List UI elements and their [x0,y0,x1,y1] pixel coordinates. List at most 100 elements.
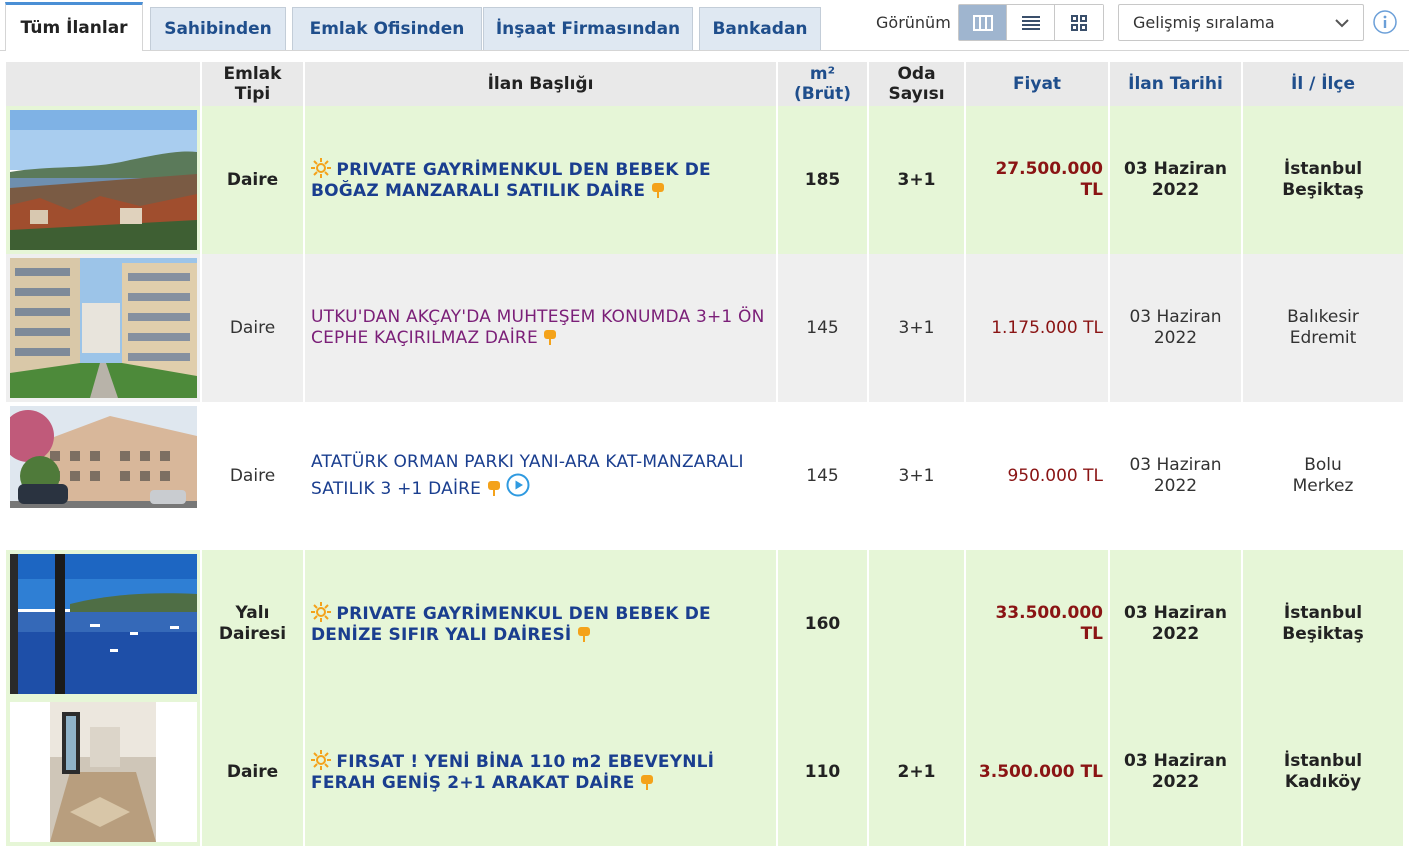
date-day: 03 Haziran [1124,603,1227,623]
photo-cell[interactable] [6,254,202,402]
tab-divider [0,50,1409,51]
tab-all-listings[interactable]: Tüm İlanlar [5,2,143,51]
sort-select[interactable]: Gelişmiş sıralama [1118,4,1364,41]
date-day: 03 Haziran [1124,159,1227,179]
listings-table-container: Emlak Tipi İlan Başlığı m² (Brüt) Oda Sa… [6,62,1405,846]
location-cell: İstanbul Beşiktaş [1243,550,1405,698]
tab-label: Bankadan [712,19,808,39]
price-value: 3.500.000 TL [966,698,1110,846]
title-cell[interactable]: PRIVATE GAYRİMENKUL DEN BEBEK DE BOĞAZ M… [305,106,778,254]
price-value: 27.500.000 TL [966,106,1110,254]
table-row[interactable]: Daire ATATÜRK ORMAN PARKI YANI-ARA KAT-M… [6,402,1405,550]
photo-cell[interactable] [6,402,202,550]
area-value: 145 [778,402,869,550]
sort-select-value: Gelişmiş sıralama [1133,13,1275,32]
rooms-value: 3+1 [869,402,966,550]
header-date[interactable]: İlan Tarihi [1110,62,1243,106]
price-value: 1.175.000 TL [966,254,1110,402]
sun-icon [311,158,331,178]
date-year: 2022 [1153,328,1198,348]
video-play-icon[interactable] [506,473,530,497]
info-icon[interactable] [1373,10,1397,34]
title-cell[interactable]: PRIVATE GAYRİMENKUL DEN BEBEK DE DENİZE … [305,550,778,698]
chevron-down-icon [1335,19,1349,28]
pin-icon [651,183,664,198]
tab-by-construction-company[interactable]: İnşaat Firmasından [483,7,693,50]
header-title: İlan Başlığı [305,62,778,106]
city: İstanbul [1283,751,1363,771]
grid-view-icon [1071,14,1087,31]
tab-label: Tüm İlanlar [20,18,128,38]
tab-by-agency[interactable]: Emlak Ofisinden [292,7,482,50]
location-cell: İstanbul Beşiktaş [1243,106,1405,254]
property-type: Daire [202,106,305,254]
apartment-courtyard-photo[interactable] [10,258,197,398]
tab-by-owner[interactable]: Sahibinden [150,7,286,50]
location-cell: İstanbul Kadıköy [1243,698,1405,846]
listings-table: Emlak Tipi İlan Başlığı m² (Brüt) Oda Sa… [6,62,1405,846]
date-day: 03 Haziran [1129,307,1222,327]
city: Bolu [1304,455,1342,475]
list-view-button[interactable] [1007,5,1055,40]
table-row[interactable]: Daire FIRSAT ! YENİ BİNA 110 m2 EBEVEYNL… [6,698,1405,846]
listing-title-link[interactable]: UTKU'DAN AKÇAY'DA MUHTEŞEM KONUMDA 3+1 Ö… [311,307,765,348]
area-value: 185 [778,106,869,254]
header-property-type: Emlak Tipi [202,62,305,106]
city: Balıkesir [1287,307,1359,327]
header-price[interactable]: Fiyat [966,62,1110,106]
property-type: Daire [202,402,305,550]
table-row[interactable]: Yalı Dairesi PRIVATE GAYRİMENKUL DEN BEB… [6,550,1405,698]
header-area[interactable]: m² (Brüt) [778,62,869,106]
table-header-row: Emlak Tipi İlan Başlığı m² (Brüt) Oda Sa… [6,62,1405,106]
empty-room-photo[interactable] [10,702,197,842]
date-year: 2022 [1151,624,1200,644]
rooms-value: 2+1 [869,698,966,846]
date-cell: 03 Haziran 2022 [1110,698,1243,846]
city: İstanbul [1283,159,1363,179]
district: Edremit [1289,328,1357,348]
table-view-icon [972,14,993,31]
photo-cell[interactable] [6,550,202,698]
tab-label: Sahibinden [164,19,272,39]
pin-icon [640,775,653,790]
tab-label: İnşaat Firmasından [495,19,681,39]
view-label: Görünüm [876,13,951,32]
sun-icon [311,602,331,622]
rooms-value [869,550,966,698]
table-row[interactable]: Daire PRIVATE GAYRİMENKUL DEN BEBEK DE B… [6,106,1405,254]
city: İstanbul [1283,603,1363,623]
rooms-value: 3+1 [869,106,966,254]
title-cell[interactable]: UTKU'DAN AKÇAY'DA MUHTEŞEM KONUMDA 3+1 Ö… [305,254,778,402]
district: Kadıköy [1284,772,1362,792]
tab-label: Emlak Ofisinden [309,19,465,39]
date-cell: 03 Haziran 2022 [1110,402,1243,550]
bosphorus-view-photo[interactable] [10,110,197,250]
title-cell[interactable]: FIRSAT ! YENİ BİNA 110 m2 EBEVEYNLİ FERA… [305,698,778,846]
apartment-building-photo[interactable] [10,406,197,546]
table-view-button[interactable] [959,5,1007,40]
title-cell[interactable]: ATATÜRK ORMAN PARKI YANI-ARA KAT-MANZARA… [305,402,778,550]
top-bar: Tüm İlanlar Sahibinden Emlak Ofisinden İ… [0,0,1409,51]
photo-cell[interactable] [6,106,202,254]
grid-view-button[interactable] [1055,5,1103,40]
price-value: 33.500.000 TL [966,550,1110,698]
district: Merkez [1292,476,1354,496]
date-cell: 03 Haziran 2022 [1110,550,1243,698]
date-day: 03 Haziran [1129,455,1222,475]
header-location[interactable]: İl / İlçe [1243,62,1405,106]
tab-by-bank[interactable]: Bankadan [699,7,821,50]
area-value: 160 [778,550,869,698]
pin-icon [487,481,500,496]
location-cell: Bolu Merkez [1243,402,1405,550]
date-day: 03 Haziran [1124,751,1227,771]
property-type: Daire [202,698,305,846]
listing-title-link[interactable]: PRIVATE GAYRİMENKUL DEN BEBEK DE DENİZE … [311,604,711,645]
photo-cell[interactable] [6,698,202,846]
table-row[interactable]: Daire UTKU'DAN AKÇAY'DA MUHTEŞEM KONUMDA… [6,254,1405,402]
property-type: Daire [202,254,305,402]
location-cell: Balıkesir Edremit [1243,254,1405,402]
date-cell: 03 Haziran 2022 [1110,254,1243,402]
sea-view-photo[interactable] [10,554,197,694]
header-rooms: Oda Sayısı [869,62,966,106]
pin-icon [544,330,557,345]
